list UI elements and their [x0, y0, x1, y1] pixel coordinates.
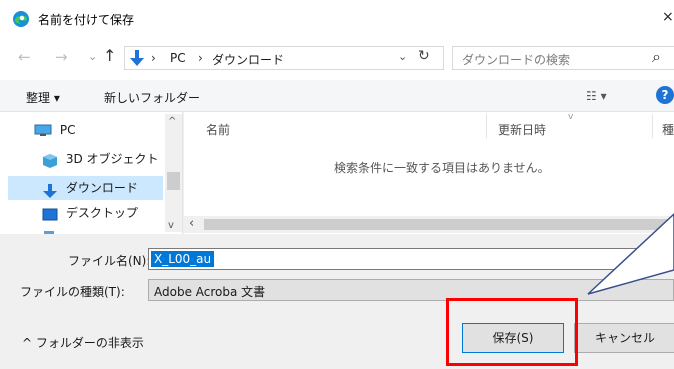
- breadcrumb-separator: ›: [198, 51, 203, 65]
- close-icon[interactable]: ×: [662, 9, 674, 25]
- forward-arrow-icon[interactable]: →: [55, 48, 68, 66]
- filetype-value: Adobe Acroba 文書: [154, 285, 266, 299]
- computer-icon: [34, 124, 52, 137]
- sidebar-item-3d-objects[interactable]: 3D オブジェクト: [42, 150, 182, 174]
- search-placeholder: ダウンロードの検索: [462, 53, 571, 67]
- sidebar-item-pc[interactable]: PC: [34, 122, 174, 146]
- desktop-icon: [42, 208, 58, 222]
- filetype-label: ファイルの種類(T):: [20, 285, 125, 299]
- breadcrumb-pc[interactable]: PC: [170, 51, 186, 65]
- scroll-down-arrow-icon[interactable]: v: [168, 220, 174, 231]
- scroll-left-arrow-icon[interactable]: ‹: [189, 216, 194, 231]
- back-arrow-icon[interactable]: ←: [18, 48, 31, 66]
- breadcrumb-downloads[interactable]: ダウンロード: [212, 51, 284, 68]
- download-folder-icon: [128, 49, 146, 67]
- empty-list-message: 検索条件に一致する項目はありません。: [334, 161, 550, 175]
- nav-pane-scroll-thumb[interactable]: [167, 172, 180, 190]
- window-title: 名前を付けて保存: [38, 13, 135, 27]
- hide-folders-toggle[interactable]: ^ フォルダーの非表示: [22, 334, 144, 351]
- column-divider: [652, 114, 653, 138]
- column-header-date-modified[interactable]: 更新日時: [498, 121, 546, 138]
- column-header-type[interactable]: 種: [662, 121, 674, 138]
- partially-visible-item-icon: [44, 231, 54, 234]
- sidebar-item-label: ダウンロード: [65, 181, 138, 195]
- sidebar-item-label: デスクトップ: [65, 206, 138, 220]
- filename-value: X_L00_au: [151, 251, 215, 267]
- up-arrow-icon[interactable]: ↑: [103, 46, 116, 65]
- sidebar-item-label: 3D オブジェクト: [65, 152, 159, 166]
- 3d-objects-icon: [42, 153, 58, 169]
- column-divider: [486, 114, 487, 138]
- edge-browser-icon: [12, 10, 30, 28]
- search-icon[interactable]: ⌕: [652, 47, 661, 67]
- cancel-button[interactable]: キャンセル: [574, 323, 674, 353]
- new-folder-button[interactable]: 新しいフォルダー: [104, 89, 200, 106]
- organize-button[interactable]: 整理 ▾: [26, 89, 60, 106]
- filename-label: ファイル名(N):: [68, 254, 151, 268]
- address-dropdown-chevron-icon[interactable]: ⌄: [398, 50, 407, 63]
- sidebar-item-desktop[interactable]: デスクトップ: [42, 204, 182, 228]
- column-header-name[interactable]: 名前: [206, 121, 230, 138]
- highlight-annotation-box: [446, 298, 578, 366]
- breadcrumb-separator: ›: [151, 51, 156, 65]
- refresh-icon[interactable]: ↻: [418, 48, 430, 64]
- callout-pointer: [587, 212, 674, 295]
- sidebar-item-downloads[interactable]: ダウンロード: [8, 176, 163, 200]
- scroll-up-arrow-icon[interactable]: ^: [168, 116, 176, 127]
- recent-locations-chevron-icon[interactable]: ⌄: [88, 50, 97, 63]
- sidebar-item-label: PC: [59, 122, 76, 137]
- command-toolbar: [0, 80, 674, 112]
- download-icon: [42, 183, 58, 199]
- sort-chevron-icon: v: [568, 112, 574, 122]
- change-view-icon[interactable]: ☷ ▾: [586, 89, 607, 103]
- help-icon[interactable]: ?: [656, 86, 674, 104]
